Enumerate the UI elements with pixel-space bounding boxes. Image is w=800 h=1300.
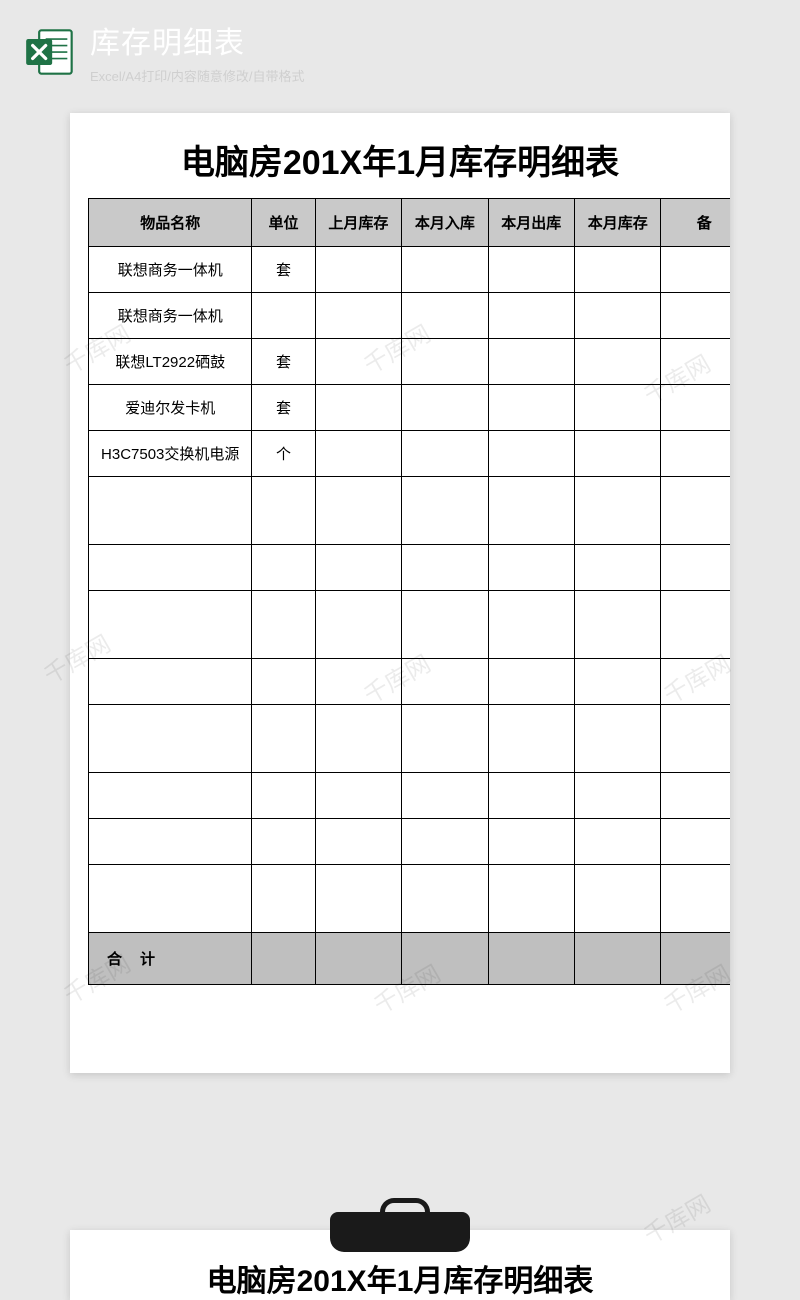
table-row: 联想LT2922硒鼓套 bbox=[89, 339, 731, 385]
cell-unit: 套 bbox=[252, 339, 315, 385]
col-item-name: 物品名称 bbox=[89, 199, 252, 247]
cell-item-name bbox=[89, 705, 252, 773]
table-row bbox=[89, 659, 731, 705]
table-row: 爱迪尔发卡机套 bbox=[89, 385, 731, 431]
header-subtitle: Excel/A4打印/内容随意修改/自带格式 bbox=[90, 66, 305, 85]
col-last-stock: 上月库存 bbox=[315, 199, 401, 247]
cell-unit: 个 bbox=[252, 431, 315, 477]
col-in: 本月入库 bbox=[402, 199, 488, 247]
table-row bbox=[89, 545, 731, 591]
col-this-stock: 本月库存 bbox=[575, 199, 661, 247]
cell-unit: 套 bbox=[252, 385, 315, 431]
col-remark: 备 bbox=[661, 199, 730, 247]
cell-item-name: 爱迪尔发卡机 bbox=[89, 385, 252, 431]
table-row bbox=[89, 591, 731, 659]
cell-item-name: 联想商务一体机 bbox=[89, 293, 252, 339]
document-title: 电脑房201X年1月库存明细表 bbox=[70, 135, 730, 198]
document-preview: 电脑房201X年1月库存明细表 物品名称 单位 上月库存 本月入库 本月出库 本… bbox=[70, 113, 730, 1073]
cell-unit bbox=[252, 773, 315, 819]
col-out: 本月出库 bbox=[488, 199, 574, 247]
cell-item-name bbox=[89, 591, 252, 659]
excel-icon bbox=[24, 26, 76, 78]
cell-unit bbox=[252, 659, 315, 705]
cell-item-name bbox=[89, 545, 252, 591]
col-unit: 单位 bbox=[252, 199, 315, 247]
table-row: 联想商务一体机 bbox=[89, 293, 731, 339]
table-row bbox=[89, 865, 731, 933]
page-header: 库存明细表 Excel/A4打印/内容随意修改/自带格式 bbox=[0, 0, 800, 93]
cell-item-name bbox=[89, 659, 252, 705]
inventory-table: 物品名称 单位 上月库存 本月入库 本月出库 本月库存 备 联想商务一体机套联想… bbox=[88, 198, 730, 985]
clipboard-clip-icon bbox=[330, 1212, 470, 1252]
total-label: 合计 bbox=[89, 933, 252, 985]
cell-item-name: H3C7503交换机电源 bbox=[89, 431, 252, 477]
table-header-row: 物品名称 单位 上月库存 本月入库 本月出库 本月库存 备 bbox=[89, 199, 731, 247]
table-row: 联想商务一体机套 bbox=[89, 247, 731, 293]
cell-unit bbox=[252, 591, 315, 659]
total-row: 合计 bbox=[89, 933, 731, 985]
cell-unit: 套 bbox=[252, 247, 315, 293]
cell-item-name bbox=[89, 477, 252, 545]
table-row: H3C7503交换机电源个 bbox=[89, 431, 731, 477]
cell-unit bbox=[252, 477, 315, 545]
cell-item-name: 联想商务一体机 bbox=[89, 247, 252, 293]
cell-unit bbox=[252, 705, 315, 773]
cell-unit bbox=[252, 819, 315, 865]
table-row bbox=[89, 819, 731, 865]
cell-unit bbox=[252, 865, 315, 933]
header-title: 库存明细表 bbox=[90, 18, 305, 62]
cell-unit bbox=[252, 545, 315, 591]
table-row bbox=[89, 705, 731, 773]
cell-item-name: 联想LT2922硒鼓 bbox=[89, 339, 252, 385]
cell-item-name bbox=[89, 819, 252, 865]
table-row bbox=[89, 773, 731, 819]
cell-item-name bbox=[89, 773, 252, 819]
cell-item-name bbox=[89, 865, 252, 933]
cell-unit bbox=[252, 293, 315, 339]
table-row bbox=[89, 477, 731, 545]
